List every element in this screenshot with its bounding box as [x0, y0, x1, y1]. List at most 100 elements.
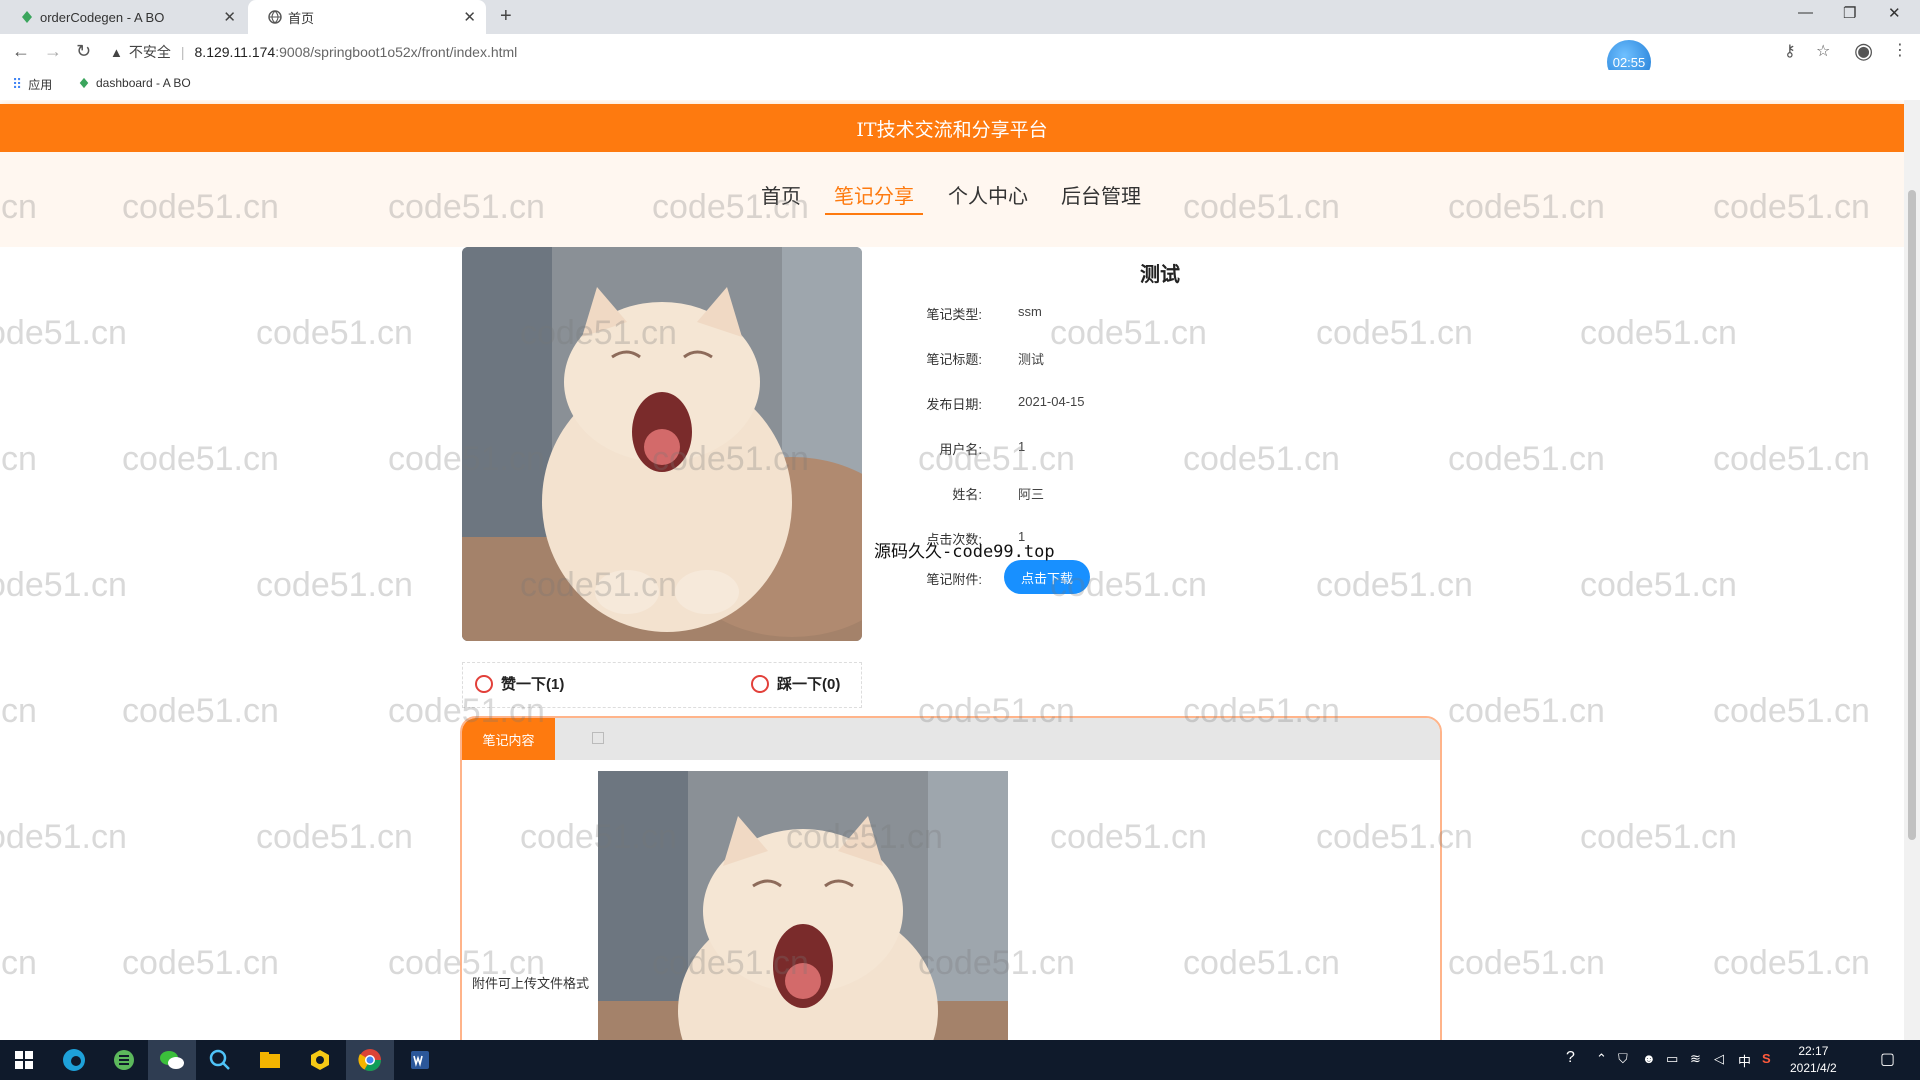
download-button[interactable]: 点击下载 [1004, 560, 1090, 594]
dislike-button[interactable]: 踩一下(0) [751, 673, 840, 694]
minimize-icon[interactable]: — [1798, 4, 1813, 21]
watermark: code51.cn [1713, 944, 1870, 982]
nav-item-home[interactable]: 首页 [761, 180, 801, 209]
watermark: code51.cn [1316, 314, 1473, 352]
watermark: code51.cn [256, 100, 413, 101]
star-icon[interactable]: ☆ [1816, 41, 1830, 61]
bookmark-dashboard[interactable]: dashboard - A BO [78, 76, 191, 90]
new-tab-icon[interactable]: + [500, 5, 512, 28]
apps-grid-icon: ⠿ [12, 76, 23, 92]
shield-icon[interactable]: ⛉ [1618, 1051, 1628, 1067]
bookmarks-bar: ⠿ 应用 dashboard - A BO [0, 70, 1920, 100]
like-label: 赞一下(1) [501, 676, 565, 693]
chrome-app[interactable] [346, 1040, 394, 1080]
notification-icon[interactable]: ▢ [1880, 1049, 1895, 1069]
word-icon [411, 1051, 429, 1069]
watermark: code51.cn [122, 692, 279, 730]
field-label-title: 笔记标题: [926, 352, 982, 367]
battery-icon[interactable]: ▭ [1666, 1051, 1678, 1067]
search-app[interactable] [196, 1040, 244, 1080]
tab-empty-icon[interactable] [592, 732, 604, 744]
dislike-label: 踩一下(0) [777, 676, 841, 693]
restore-icon[interactable]: ❐ [1843, 4, 1856, 22]
page-scrollbar[interactable] [1904, 100, 1920, 1040]
field-label-username: 用户名: [939, 442, 982, 457]
globe-icon [268, 10, 282, 24]
watermark: code51.cn [1580, 100, 1737, 101]
close-tab-icon[interactable]: ✕ [463, 8, 476, 26]
field-label-type: 笔记类型: [926, 307, 982, 322]
field-value-username: 1 [1018, 439, 1026, 454]
wechat-app[interactable] [148, 1040, 196, 1080]
windows-taskbar: ? ⌃ ⛉ ☻ ▭ ≋ ◁ 中 S 22:17 2021/4/2 ▢ [0, 1040, 1920, 1080]
address-bar[interactable]: ▲ 不安全 | 8.129.11.174 :9008/springboot1o5… [110, 36, 1610, 68]
help-icon[interactable]: ? [1566, 1049, 1575, 1067]
nav-item-notes[interactable]: 笔记分享 [834, 180, 914, 209]
yellow-app[interactable] [296, 1040, 344, 1080]
word-app[interactable] [396, 1040, 444, 1080]
note-content-panel: 笔记内容 附件可上传文件格式 [460, 716, 1442, 1040]
watermark: code51.cn [1448, 944, 1605, 982]
watermark: code51.cn [786, 100, 943, 101]
windows-logo-icon [15, 1051, 33, 1069]
profile-icon[interactable]: ◉ [1854, 38, 1873, 64]
watermark: code51.cn [0, 692, 37, 730]
clock-date: 2021/4/2 [1790, 1061, 1837, 1075]
watermark: code51.cn [0, 944, 37, 982]
file-explorer-app[interactable] [246, 1040, 294, 1080]
watermark: code51.cn [1448, 692, 1605, 730]
close-tab-icon[interactable]: ✕ [223, 8, 236, 26]
nav-item-profile[interactable]: 个人中心 [948, 180, 1028, 209]
app-green[interactable] [100, 1040, 148, 1080]
bookmark-favicon-icon [79, 77, 89, 89]
edge-app[interactable] [50, 1040, 98, 1080]
watermark: code51.cn [1448, 440, 1605, 478]
tab-note-content[interactable]: 笔记内容 [462, 718, 555, 760]
vote-box: 赞一下(1) 踩一下(0) [462, 662, 862, 708]
ime-indicator[interactable]: 中 [1738, 1051, 1751, 1070]
chrome-icon [358, 1049, 381, 1071]
back-icon[interactable]: ← [12, 41, 30, 62]
watermark: code51.cn [1050, 100, 1207, 101]
note-cover-image [462, 247, 862, 641]
note-content-image [598, 771, 1008, 1040]
qq-icon[interactable]: ☻ [1642, 1051, 1656, 1066]
tab-title: 首页 [288, 10, 315, 26]
folder-icon [260, 1052, 280, 1068]
site-title: IT技术交流和分享平台 [856, 118, 1048, 141]
volume-icon[interactable]: ◁ [1714, 1051, 1724, 1067]
edge-icon [63, 1049, 85, 1071]
reload-icon[interactable]: ↻ [76, 41, 91, 62]
start-button[interactable] [0, 1040, 48, 1080]
bookmark-apps[interactable]: ⠿ 应用 [12, 76, 52, 93]
menu-icon[interactable]: ⋮ [1892, 40, 1908, 60]
scrollbar-thumb[interactable] [1908, 190, 1916, 840]
watermark: code51.cn [0, 818, 127, 856]
watermark: code51.cn [122, 944, 279, 982]
field-value-type: ssm [1018, 304, 1042, 319]
wifi-icon[interactable]: ≋ [1690, 1051, 1701, 1067]
bookmark-label: dashboard - A BO [96, 76, 191, 90]
tray-expand-icon[interactable]: ⌃ [1596, 1051, 1607, 1067]
field-value-date: 2021-04-15 [1018, 394, 1085, 409]
field-label-date: 发布日期: [926, 397, 982, 412]
tab-title: orderCodegen - A BO [40, 9, 165, 25]
watermark: code51.cn [1580, 566, 1737, 604]
browser-tab-ordercodegen[interactable]: orderCodegen - A BO ✕ [0, 0, 246, 34]
watermark: code51.cn [1316, 566, 1473, 604]
key-icon[interactable]: ⚷ [1784, 41, 1796, 61]
content-side-text: 附件可上传文件格式 [472, 976, 590, 991]
note-title: 测试 [1140, 264, 1180, 286]
search-icon [209, 1049, 230, 1070]
sogou-icon[interactable]: S [1762, 1051, 1771, 1066]
bookmark-label: 应用 [28, 78, 53, 92]
watermark: code51.cn [520, 100, 677, 101]
watermark: code51.cn [1580, 314, 1737, 352]
browser-tab-home[interactable]: 首页 ✕ [248, 0, 486, 34]
close-window-icon[interactable]: ✕ [1888, 4, 1901, 22]
hexagon-app-icon [311, 1050, 329, 1070]
nav-item-admin[interactable]: 后台管理 [1061, 180, 1141, 209]
like-button[interactable]: 赞一下(1) [475, 673, 564, 694]
system-clock[interactable]: 22:17 2021/4/2 [1790, 1043, 1837, 1077]
forward-icon[interactable]: → [44, 41, 62, 62]
